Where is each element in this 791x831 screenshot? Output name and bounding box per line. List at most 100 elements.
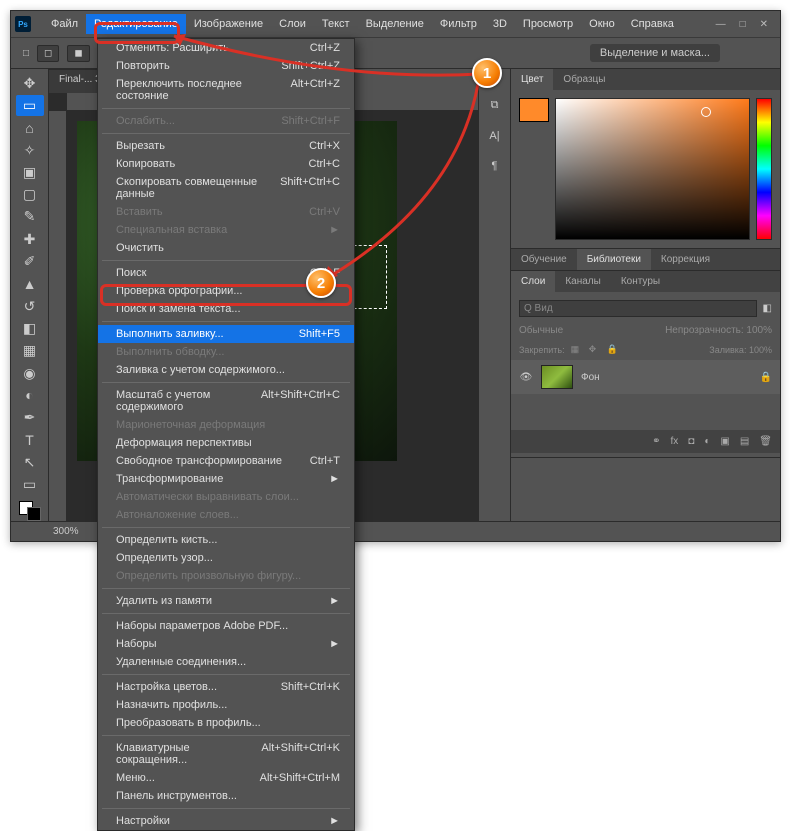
mask-icon[interactable]: ◘ [688, 436, 694, 447]
select-and-mask-button[interactable]: Выделение и маска... [590, 44, 720, 62]
menu-item-трансформирование[interactable]: Трансформирование► [98, 470, 354, 488]
menu-item-наборы-параметров-adobe-pdf-[interactable]: Наборы параметров Adobe PDF... [98, 617, 354, 635]
tab-channels[interactable]: Каналы [555, 271, 611, 292]
collapsed-panel-dock: ⧉ A| ¶ [478, 69, 510, 521]
eyedropper-tool-icon[interactable]: ✎ [16, 207, 44, 227]
layers-panel: Слои Каналы Контуры Q Вид ◧ Обычные Непр… [511, 271, 780, 458]
menu-filter[interactable]: Фильтр [432, 14, 485, 34]
menu-edit[interactable]: Редактирование [86, 14, 186, 34]
gradient-tool-icon[interactable]: ▦ [16, 341, 44, 361]
filter-toggle-icon[interactable]: ◧ [763, 303, 772, 314]
menu-item-выполнить-обводку-: Выполнить обводку... [98, 343, 354, 361]
menu-item-заливка-с-учетом-содержимого-[interactable]: Заливка с учетом содержимого... [98, 361, 354, 379]
tab-layers[interactable]: Слои [511, 271, 555, 292]
menu-item-панель-инструментов-[interactable]: Панель инструментов... [98, 787, 354, 805]
tab-swatches[interactable]: Образцы [553, 69, 615, 90]
zoom-level[interactable]: 300% [53, 526, 79, 537]
adjustment-icon[interactable]: ◐ [704, 436, 710, 447]
shape-tool-icon[interactable]: ▭ [16, 474, 44, 494]
menu-item-копировать[interactable]: КопироватьCtrl+C [98, 155, 354, 173]
tab-adjustments[interactable]: Коррекция [651, 249, 720, 270]
menu-item-меню-[interactable]: Меню...Alt+Shift+Ctrl+M [98, 769, 354, 787]
minimize-icon[interactable]: — [716, 19, 726, 30]
dodge-tool-icon[interactable]: ◐ [16, 385, 44, 405]
history-panel-icon[interactable]: ⧉ [491, 99, 499, 112]
new-layer-icon[interactable]: ▤ [740, 436, 749, 447]
blend-mode-dropdown[interactable]: Обычные [519, 325, 563, 336]
crop-tool-icon[interactable]: ▣ [16, 162, 44, 182]
wand-tool-icon[interactable]: ✧ [16, 140, 44, 160]
menu-item-удаленные-соединения-[interactable]: Удаленные соединения... [98, 653, 354, 671]
fx-icon[interactable]: fx [671, 436, 679, 447]
type-tool-icon[interactable]: T [16, 430, 44, 450]
menu-item-настройки[interactable]: Настройки► [98, 812, 354, 830]
eraser-tool-icon[interactable]: ◧ [16, 318, 44, 338]
menu-item-назначить-профиль-[interactable]: Назначить профиль... [98, 696, 354, 714]
menu-item-переключить-последнее-состояние[interactable]: Переключить последнее состояниеAlt+Ctrl+… [98, 75, 354, 105]
menu-item-скопировать-совмещенные-данные[interactable]: Скопировать совмещенные данныеShift+Ctrl… [98, 173, 354, 203]
menu-item-определить-кисть-[interactable]: Определить кисть... [98, 531, 354, 549]
lock-all-icon[interactable]: 🔒 [607, 344, 619, 356]
marquee-tool-icon[interactable]: ▭ [16, 95, 44, 115]
menu-item-отменить-расширить[interactable]: Отменить: РасширитьCtrl+Z [98, 39, 354, 57]
menu-item-масштаб-с-учетом-содержимого[interactable]: Масштаб с учетом содержимогоAlt+Shift+Ct… [98, 386, 354, 416]
maximize-icon[interactable]: □ [740, 19, 746, 30]
layer-filter-input[interactable]: Q Вид [519, 300, 757, 317]
frame-tool-icon[interactable]: ▢ [16, 184, 44, 204]
menu-layers[interactable]: Слои [271, 14, 314, 34]
menu-item-клавиатурные-сокращения-[interactable]: Клавиатурные сокращения...Alt+Shift+Ctrl… [98, 739, 354, 769]
stamp-tool-icon[interactable]: ▲ [16, 274, 44, 294]
menu-item-удалить-из-памяти[interactable]: Удалить из памяти► [98, 592, 354, 610]
menu-text[interactable]: Текст [314, 14, 358, 34]
menu-file[interactable]: Файл [43, 14, 86, 34]
menu-item-преобразовать-в-профиль-[interactable]: Преобразовать в профиль... [98, 714, 354, 732]
delete-icon[interactable]: 🗑 [759, 436, 772, 447]
move-tool-icon[interactable]: ✥ [16, 73, 44, 93]
menu-item-наборы[interactable]: Наборы► [98, 635, 354, 653]
pen-tool-icon[interactable]: ✒ [16, 407, 44, 427]
menu-image[interactable]: Изображение [186, 14, 271, 34]
tab-libraries[interactable]: Библиотеки [577, 249, 651, 270]
close-icon[interactable]: ✕ [760, 19, 768, 30]
tab-paths[interactable]: Контуры [611, 271, 670, 292]
foreground-color-swatch[interactable] [519, 98, 549, 122]
menu-separator [102, 588, 350, 589]
fill-value[interactable]: 100% [749, 345, 772, 355]
character-panel-icon[interactable]: A| [489, 130, 499, 142]
lock-position-icon[interactable]: ✥ [589, 344, 601, 356]
menu-item-определить-узор-[interactable]: Определить узор... [98, 549, 354, 567]
folder-icon[interactable]: ▣ [720, 436, 729, 447]
lock-pixels-icon[interactable]: ▦ [571, 344, 583, 356]
tab-color[interactable]: Цвет [511, 69, 553, 90]
menu-item-очистить[interactable]: Очистить [98, 239, 354, 257]
blur-tool-icon[interactable]: ◉ [16, 363, 44, 383]
brush-tool-icon[interactable]: ✐ [16, 251, 44, 271]
color-swatch-icon[interactable] [19, 501, 41, 521]
tab-learn[interactable]: Обучение [511, 249, 577, 270]
link-layers-icon[interactable]: ⚭ [652, 436, 660, 447]
menu-item-настройка-цветов-[interactable]: Настройка цветов...Shift+Ctrl+K [98, 678, 354, 696]
menu-select[interactable]: Выделение [358, 14, 432, 34]
history-brush-icon[interactable]: ↺ [16, 296, 44, 316]
menu-item-поиск-и-замена-текста-[interactable]: Поиск и замена текста... [98, 300, 354, 318]
hue-slider[interactable] [756, 98, 772, 240]
menu-item-свободное-трансформирование[interactable]: Свободное трансформированиеCtrl+T [98, 452, 354, 470]
paragraph-panel-icon[interactable]: ¶ [492, 160, 498, 172]
menu-help[interactable]: Справка [623, 14, 682, 34]
menu-item-деформация-перспективы[interactable]: Деформация перспективы [98, 434, 354, 452]
menu-item-выполнить-заливку-[interactable]: Выполнить заливку...Shift+F5 [98, 325, 354, 343]
opacity-value[interactable]: 100% [746, 325, 772, 336]
menu-item-вырезать[interactable]: ВырезатьCtrl+X [98, 137, 354, 155]
heal-tool-icon[interactable]: ✚ [16, 229, 44, 249]
menu-window[interactable]: Окно [581, 14, 623, 34]
lasso-tool-icon[interactable]: ⌂ [16, 118, 44, 138]
path-tool-icon[interactable]: ↖ [16, 452, 44, 472]
menu-view[interactable]: Просмотр [515, 14, 581, 34]
visibility-icon[interactable]: 👁 [519, 372, 533, 383]
layer-row[interactable]: 👁 Фон 🔒 [511, 360, 780, 394]
menu-item-повторить[interactable]: ПовторитьShift+Ctrl+Z [98, 57, 354, 75]
color-field[interactable] [555, 98, 750, 240]
selection-mode-new[interactable]: ◻ [37, 45, 59, 62]
menu-3d[interactable]: 3D [485, 14, 515, 34]
selection-mode-add[interactable]: ◼ [67, 45, 89, 62]
